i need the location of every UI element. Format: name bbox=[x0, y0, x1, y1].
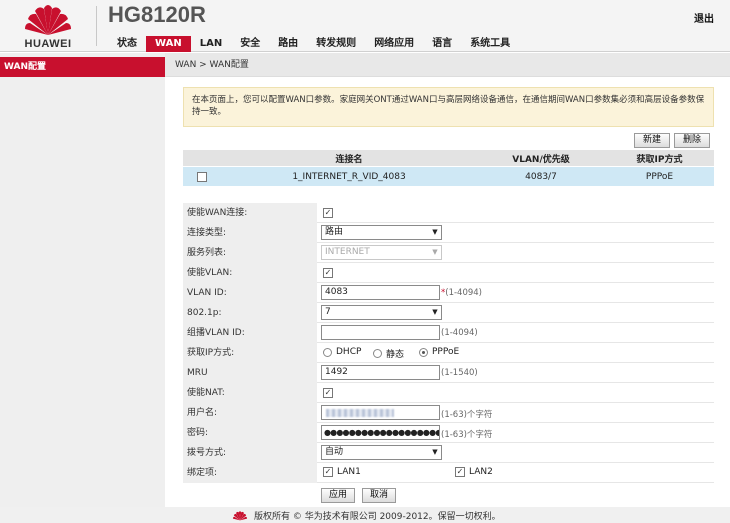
form-row-ip-mode: 获取IP方式: DHCP 静态 PPPoE bbox=[183, 343, 714, 363]
chevron-down-icon: ▼ bbox=[432, 248, 438, 256]
header: HUAWEI HG8120R 退出 状态 WAN LAN 安全 路由 转发规则 … bbox=[0, 0, 730, 52]
footer: 版权所有 © 华为技术有限公司 2009-2012。保留一切权利。 bbox=[0, 507, 730, 523]
binding-lan2[interactable]: ✓ LAN2 bbox=[455, 467, 493, 477]
header-vlan: VLAN/优先级 bbox=[512, 154, 570, 165]
row-select-checkbox[interactable] bbox=[197, 171, 207, 182]
enable-wan-checkbox[interactable]: ✓ bbox=[323, 208, 333, 218]
top-nav: 状态 WAN LAN 安全 路由 转发规则 网络应用 语言 系统工具 bbox=[108, 36, 519, 52]
form-row-enable-vlan: 使能VLAN: ✓ bbox=[183, 263, 714, 283]
dial-mode-select[interactable]: 自动 ▼ bbox=[321, 445, 442, 460]
header-divider bbox=[96, 6, 97, 46]
sidebar-item-wan-config[interactable]: WAN配置 bbox=[0, 57, 165, 77]
row-conn-name: 1_INTERNET_R_VID_4083 bbox=[292, 171, 406, 182]
table-row[interactable]: 1_INTERNET_R_VID_4083 4083/7 PPPoE bbox=[183, 167, 714, 186]
nav-item-lan[interactable]: LAN bbox=[191, 36, 231, 52]
ip-mode-radio-pppoe[interactable]: PPPoE bbox=[419, 347, 459, 357]
ip-mode-label: 获取IP方式: bbox=[183, 343, 317, 363]
password-hint: (1-63)个字符 bbox=[441, 430, 493, 440]
logout-link[interactable]: 退出 bbox=[694, 10, 714, 25]
form-row-binding: 绑定项: ✓ LAN1 ✓ LAN2 bbox=[183, 463, 714, 483]
redacted-username bbox=[326, 409, 394, 417]
chevron-down-icon: ▼ bbox=[432, 448, 438, 456]
username-input[interactable] bbox=[321, 405, 440, 420]
row-vlan: 4083/7 bbox=[525, 171, 557, 182]
lan2-checkbox[interactable]: ✓ bbox=[455, 467, 465, 477]
conn-type-label: 连接类型: bbox=[183, 223, 317, 243]
username-label: 用户名: bbox=[183, 403, 317, 423]
sidebar: WAN配置 bbox=[0, 53, 165, 513]
new-button[interactable]: 新建 bbox=[634, 133, 670, 148]
chevron-down-icon: ▼ bbox=[432, 308, 438, 316]
header-conn-name: 连接名 bbox=[335, 154, 363, 165]
enable-nat-label: 使能NAT: bbox=[183, 383, 317, 403]
form-row-multicast-vlan: 组播VLAN ID: (1-4094) bbox=[183, 323, 714, 343]
cancel-button[interactable]: 取消 bbox=[362, 488, 396, 503]
mru-hint: (1-1540) bbox=[441, 368, 478, 378]
dial-mode-label: 拨号方式: bbox=[183, 443, 317, 463]
enable-nat-checkbox[interactable]: ✓ bbox=[323, 388, 333, 398]
vlan-id-label: VLAN ID: bbox=[183, 283, 317, 303]
service-list-select[interactable]: INTERNET ▼ bbox=[321, 245, 442, 260]
row-ip-mode: PPPoE bbox=[645, 171, 674, 182]
enable-vlan-label: 使能VLAN: bbox=[183, 263, 317, 283]
vlan-id-hint: (1-4094) bbox=[445, 288, 482, 298]
form-row-vlan-id: VLAN ID: 4083 *(1-4094) bbox=[183, 283, 714, 303]
chevron-down-icon: ▼ bbox=[432, 228, 438, 236]
nav-item-wan[interactable]: WAN bbox=[146, 36, 191, 52]
mru-input[interactable]: 1492 bbox=[321, 365, 440, 380]
product-title: HG8120R bbox=[108, 2, 206, 27]
lan1-checkbox[interactable]: ✓ bbox=[323, 467, 333, 477]
multicast-vlan-hint: (1-4094) bbox=[441, 328, 478, 338]
form-row-username: 用户名: (1-63)个字符 bbox=[183, 403, 714, 423]
dot1p-label: 802.1p: bbox=[183, 303, 317, 323]
connection-table-header: 连接名 VLAN/优先级 获取IP方式 bbox=[183, 150, 714, 166]
nav-item-system-tools[interactable]: 系统工具 bbox=[461, 36, 519, 52]
nav-item-forward-rules[interactable]: 转发规则 bbox=[307, 36, 365, 52]
multicast-vlan-label: 组播VLAN ID: bbox=[183, 323, 317, 343]
header-select-col bbox=[183, 150, 221, 166]
service-list-label: 服务列表: bbox=[183, 243, 317, 263]
nav-item-security[interactable]: 安全 bbox=[231, 36, 269, 52]
ip-mode-radio-dhcp[interactable]: DHCP bbox=[323, 347, 361, 357]
info-box: 在本页面上，您可以配置WAN口参数。家庭网关ONT通过WAN口与高层网络设备通信… bbox=[183, 87, 714, 127]
form-row-mru: MRU 1492 (1-1540) bbox=[183, 363, 714, 383]
huawei-flower-icon bbox=[232, 511, 248, 521]
nav-item-status[interactable]: 状态 bbox=[108, 36, 146, 52]
form-row-service-list: 服务列表: INTERNET ▼ bbox=[183, 243, 714, 263]
footer-copyright: 版权所有 © 华为技术有限公司 2009-2012。保留一切权利。 bbox=[254, 512, 501, 522]
huawei-flower-icon bbox=[25, 5, 71, 36]
form-row-enable-nat: 使能NAT: ✓ bbox=[183, 383, 714, 403]
nav-item-network-apps[interactable]: 网络应用 bbox=[365, 36, 423, 52]
ip-mode-radio-static[interactable]: 静态 bbox=[373, 347, 404, 360]
binding-label: 绑定项: bbox=[183, 463, 317, 483]
enable-vlan-checkbox[interactable]: ✓ bbox=[323, 268, 333, 278]
password-label: 密码: bbox=[183, 423, 317, 443]
conn-type-select[interactable]: 路由 ▼ bbox=[321, 225, 442, 240]
huawei-logo: HUAWEI bbox=[8, 2, 88, 50]
form-row-8021p: 802.1p: 7 ▼ bbox=[183, 303, 714, 323]
logo-text: HUAWEI bbox=[24, 38, 72, 50]
form-row-enable-wan: 使能WAN连接: ✓ bbox=[183, 203, 714, 223]
username-hint: (1-63)个字符 bbox=[441, 410, 493, 420]
apply-button[interactable]: 应用 bbox=[321, 488, 355, 503]
dot1p-select[interactable]: 7 ▼ bbox=[321, 305, 442, 320]
binding-lan1[interactable]: ✓ LAN1 bbox=[323, 467, 361, 477]
delete-button[interactable]: 删除 bbox=[674, 133, 710, 148]
nav-item-route[interactable]: 路由 bbox=[269, 36, 307, 52]
password-input[interactable]: ●●●●●●●●●●●●●●●●●●●●●●●●●●●●●●●●●●●●●●●● bbox=[321, 425, 440, 440]
breadcrumb: WAN > WAN配置 bbox=[165, 53, 730, 77]
vlan-id-input[interactable]: 4083 bbox=[321, 285, 440, 300]
form-row-conn-type: 连接类型: 路由 ▼ bbox=[183, 223, 714, 243]
form-row-dial-mode: 拨号方式: 自动 ▼ bbox=[183, 443, 714, 463]
multicast-vlan-input[interactable] bbox=[321, 325, 440, 340]
enable-wan-label: 使能WAN连接: bbox=[183, 203, 317, 223]
mru-label: MRU bbox=[183, 363, 317, 383]
header-ip-mode: 获取IP方式 bbox=[636, 154, 683, 165]
nav-item-language[interactable]: 语言 bbox=[423, 36, 461, 52]
form-row-password: 密码: ●●●●●●●●●●●●●●●●●●●●●●●●●●●●●●●●●●●●… bbox=[183, 423, 714, 443]
